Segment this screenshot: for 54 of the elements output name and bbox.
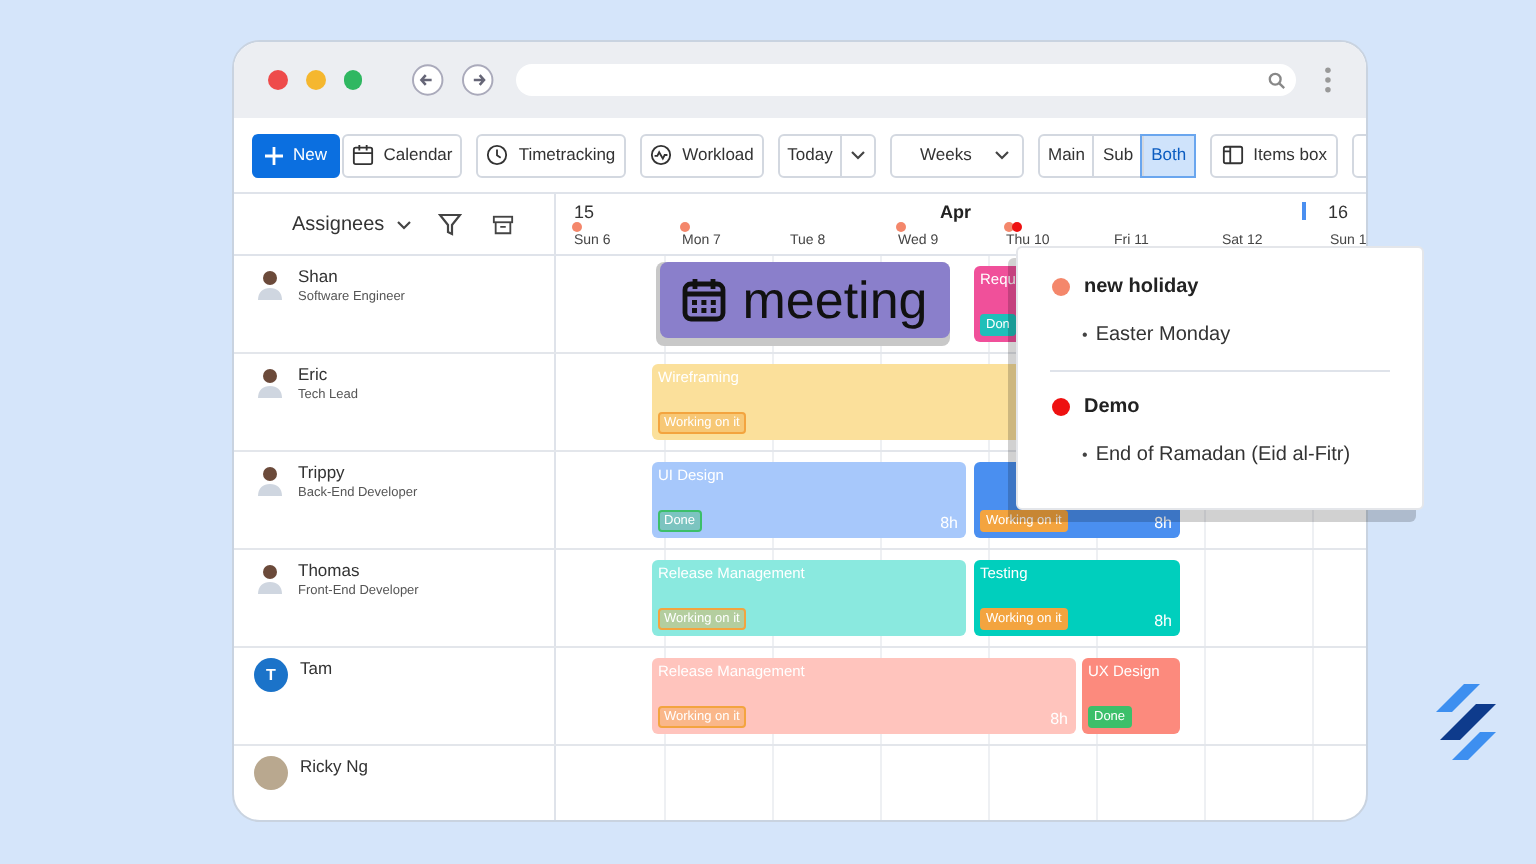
new-button[interactable]: New: [252, 133, 340, 177]
photo-placeholder: [254, 756, 288, 790]
holiday-name: Easter Monday: [1095, 322, 1231, 350]
calendar-icon: [682, 278, 727, 322]
meeting-block[interactable]: meeting: [660, 262, 950, 338]
task-hours: 8h: [1154, 612, 1172, 630]
search-icon: [1268, 71, 1287, 89]
view-mode-tab[interactable]: Main: [1040, 135, 1093, 175]
caret-icon: [850, 150, 866, 160]
weeks-dropdown[interactable]: Weeks: [890, 133, 1024, 177]
month-label: Apr: [940, 200, 971, 226]
assignee-name: Trippy: [298, 462, 347, 484]
pulse-icon: [650, 144, 673, 166]
holiday-group-title: new holiday: [1084, 274, 1199, 302]
bullet-mark: •: [1082, 443, 1088, 467]
assignee-name: Shan: [298, 266, 340, 288]
plus-icon: [264, 145, 285, 165]
archive-icon[interactable]: [492, 213, 515, 235]
assignee-name: Ricky Ng: [300, 756, 369, 778]
person-avatar-icon: [254, 268, 286, 300]
person-avatar-icon: [254, 464, 286, 496]
filter-icon[interactable]: [438, 212, 463, 236]
forward-icon[interactable]: [462, 64, 494, 96]
toolbar-button[interactable]: Items box: [1210, 133, 1339, 177]
task-hours: 8h: [940, 514, 958, 532]
more-menu-icon[interactable]: [1324, 64, 1333, 96]
today-marker: [1302, 202, 1305, 220]
task-hours: 8h: [1154, 514, 1172, 532]
panel-icon: [1221, 144, 1244, 166]
assignee-name: Tam: [300, 658, 333, 680]
holiday-group-title: Demo: [1084, 394, 1140, 422]
calendar-icon: [351, 144, 374, 166]
assignee-name: Thomas: [298, 560, 362, 582]
maximize-window-icon[interactable]: [343, 70, 363, 90]
initial-avatar: T: [254, 658, 288, 692]
holiday-name: End of Ramadan (Eid al-Fitr): [1095, 442, 1351, 470]
task-hours: 8h: [1050, 710, 1068, 728]
person-avatar-icon: [254, 562, 286, 594]
caret-icon: [396, 219, 413, 229]
week-number: 15: [574, 200, 595, 226]
person-avatar-icon: [254, 366, 286, 398]
bullet-mark: •: [1082, 323, 1088, 347]
toolbar-button[interactable]: Workload: [640, 133, 764, 177]
toolbar-button[interactable]: Timetracking: [476, 133, 626, 177]
view-mode-tab[interactable]: Both: [1141, 135, 1195, 175]
back-icon[interactable]: [412, 64, 445, 96]
assignees-dropdown[interactable]: Assignees: [292, 209, 413, 239]
clock-icon: [486, 144, 509, 166]
assignee-name: Eric: [298, 364, 330, 386]
logo-icon: [1432, 680, 1500, 760]
caret-icon: [994, 150, 1010, 160]
toolbar-button[interactable]: Calendar: [342, 133, 462, 177]
close-window-icon[interactable]: [268, 70, 288, 90]
week-number: 16: [1328, 200, 1349, 226]
